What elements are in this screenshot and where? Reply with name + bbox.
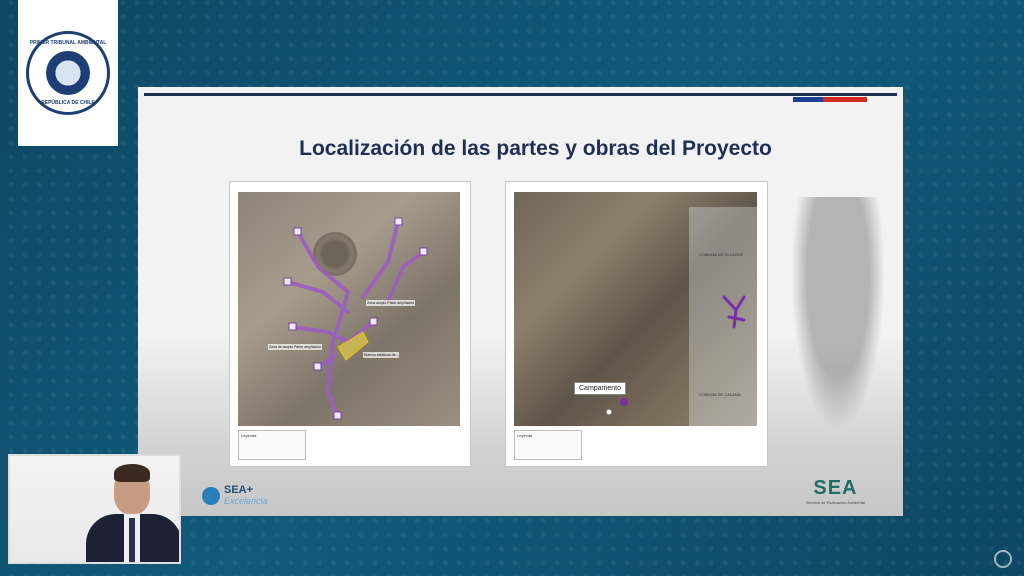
speaker-webcam [8, 454, 181, 564]
speaker-tie [129, 518, 135, 562]
slide-title: Localización de las partes y obras del P… [299, 137, 772, 160]
tribunal-seal-icon-corner [994, 550, 1012, 568]
sea-tagline: Excelencia [224, 496, 268, 506]
sea-logo-text: SEA [813, 477, 858, 499]
satellite-image-right: COMUNA DE OLLAGÜE COMUNA DE CALAMA Campa… [514, 192, 757, 426]
project-routes [283, 217, 428, 420]
seal-emblem-icon [46, 51, 90, 95]
map-project-detail: Zona acopio Pateo ampliación Zona de aco… [229, 181, 471, 467]
tribunal-logo: PRIMER TRIBUNAL AMBIENTAL REPÚBLICA DE C… [18, 0, 118, 146]
speaker-hair [114, 464, 150, 482]
legend-title-right: Leyenda [517, 433, 533, 438]
map-legend-right: Leyenda [514, 430, 582, 460]
map-legend-left: Leyenda [238, 430, 306, 460]
legend-title-left: Leyenda [241, 433, 257, 438]
slide-top-rule [144, 93, 897, 96]
callout-1: Zona acopio Pateo ampliación [366, 300, 416, 306]
callout-2: Zona de acopio Pateo ampliación [268, 344, 322, 350]
map-regional-location: COMUNA DE OLLAGÜE COMUNA DE CALAMA Campa… [505, 181, 768, 467]
campamento-label: Campamento [574, 382, 627, 395]
callout-3: Nuevos estáticos de... [363, 352, 400, 358]
sea-excelencia-logo: SEA+ Excelencia [202, 485, 268, 506]
flag-stripe-blue [793, 97, 823, 102]
sea-badge-icon [202, 486, 220, 505]
seal-top-text: PRIMER TRIBUNAL AMBIENTAL [29, 40, 107, 46]
project-location-marker [606, 295, 746, 415]
tree-silhouette [783, 197, 893, 457]
satellite-image-left: Zona acopio Pateo ampliación Zona de aco… [238, 192, 460, 426]
sea-plus-text: SEA+ [224, 484, 254, 496]
flag-stripe-red [823, 97, 867, 102]
sea-logo: SEA Servicio de Evaluación Ambiental [806, 477, 865, 505]
presentation-slide: Localización de las partes y obras del P… [138, 87, 903, 516]
sea-logo-subtitle: Servicio de Evaluación Ambiental [805, 500, 865, 505]
tribunal-seal-icon: PRIMER TRIBUNAL AMBIENTAL REPÚBLICA DE C… [26, 31, 110, 115]
seal-bottom-text: REPÚBLICA DE CHILE [41, 100, 95, 106]
